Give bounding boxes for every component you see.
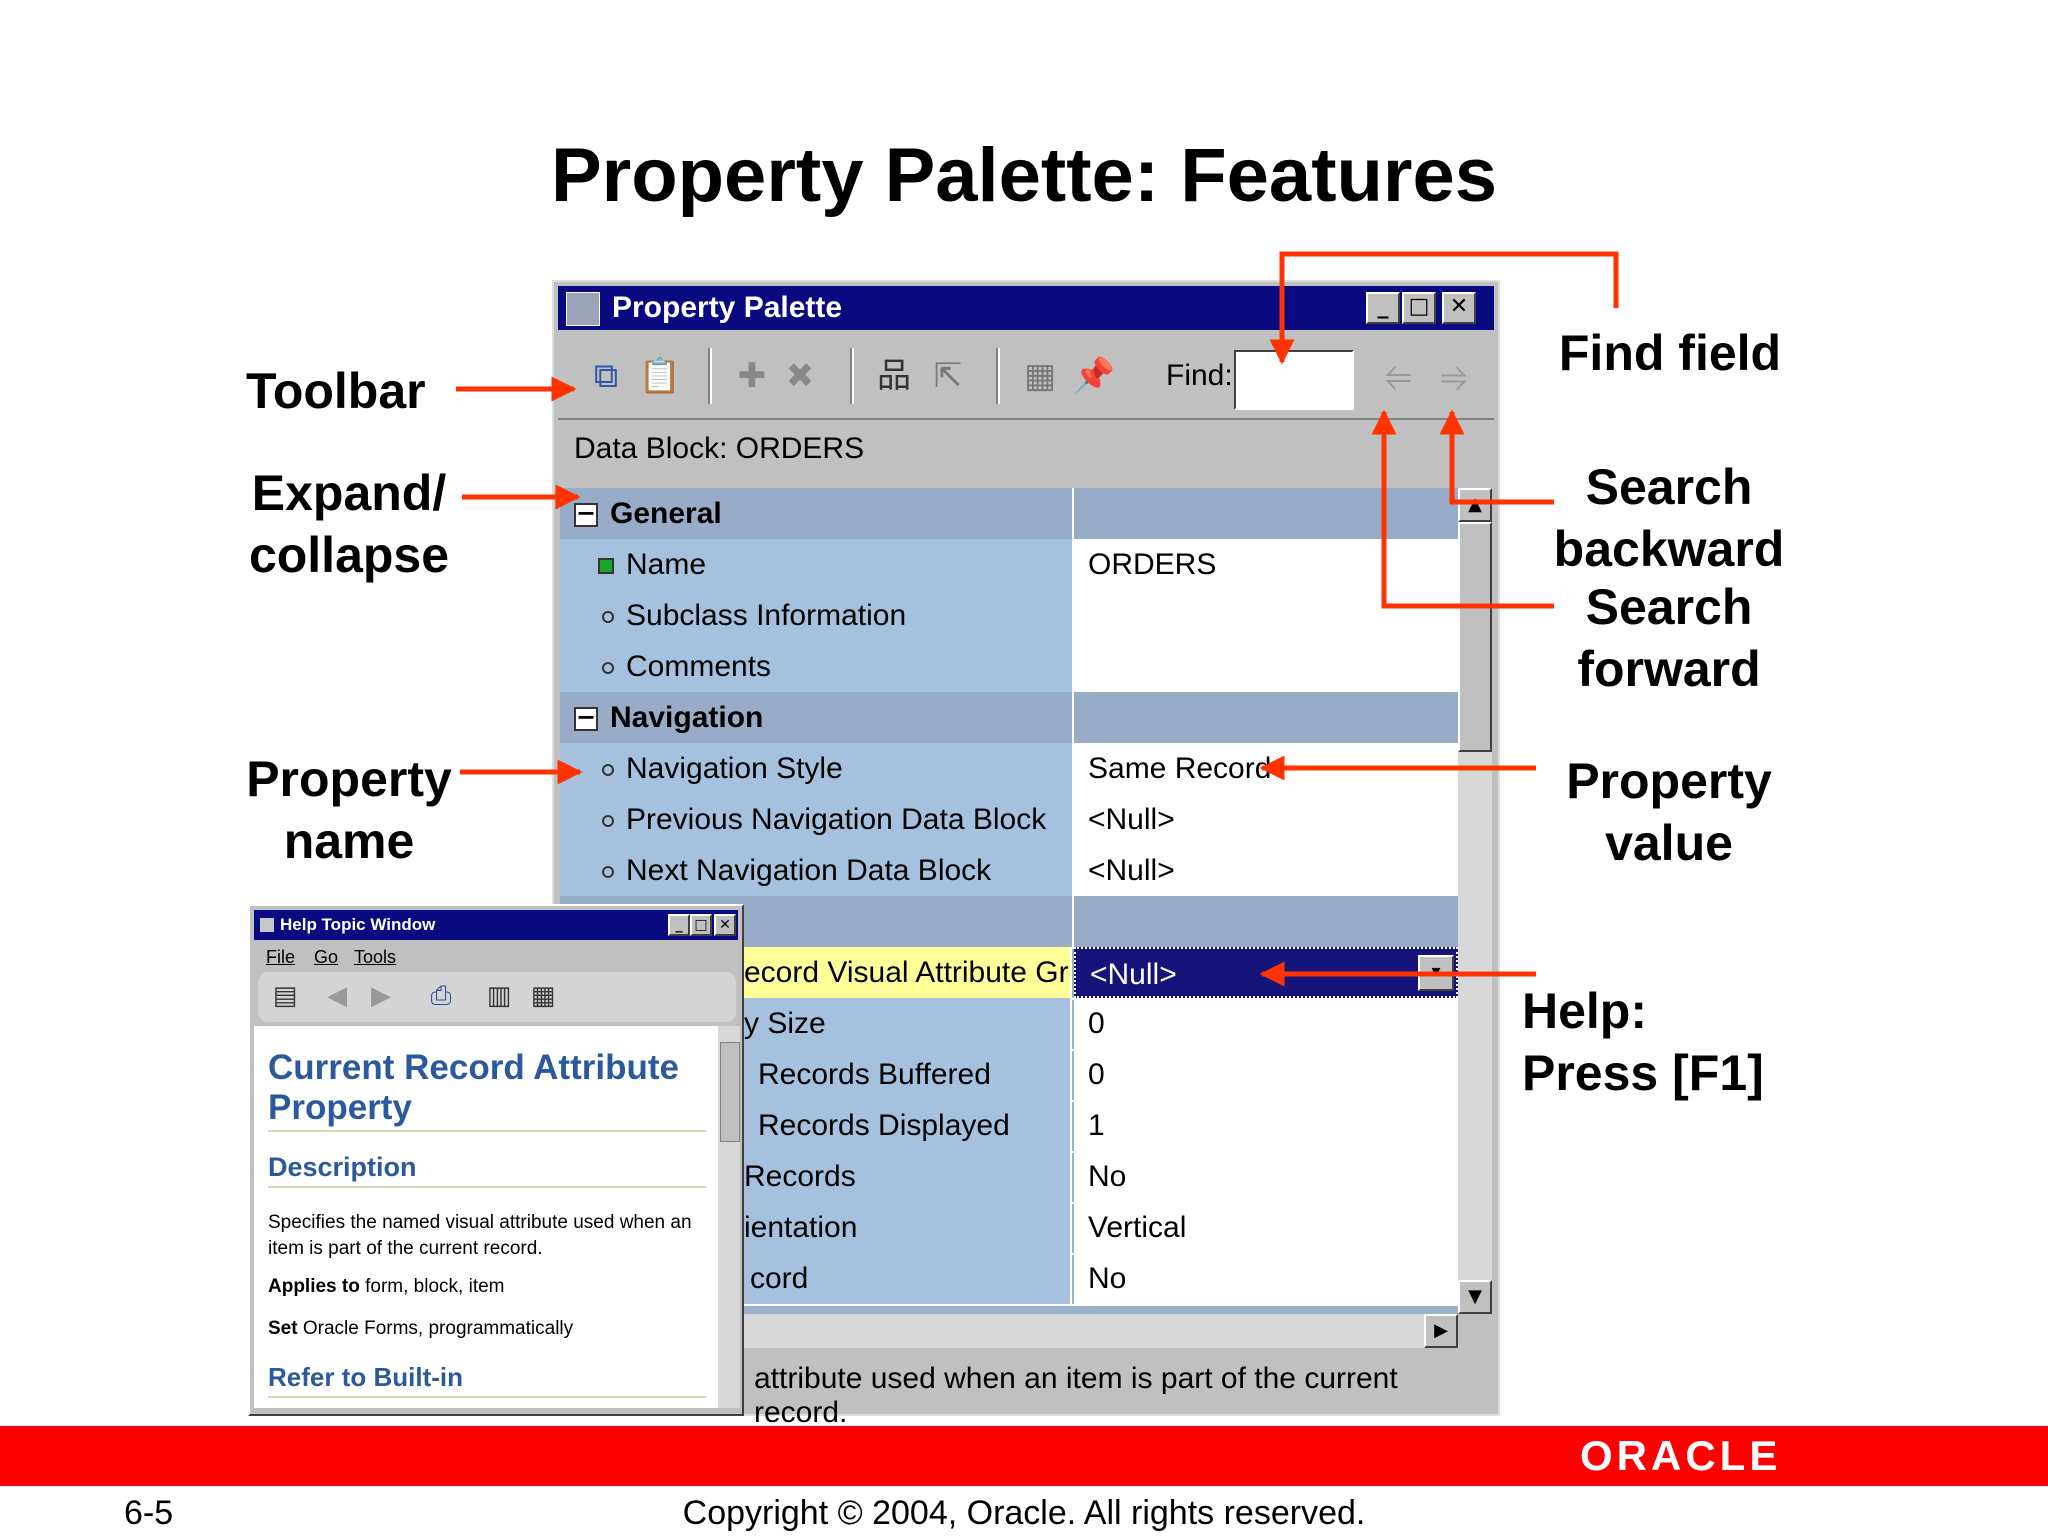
search-backward-callout-line2: backward — [1553, 521, 1785, 577]
oracle-logo: ORACLE — [1580, 1432, 1782, 1479]
search-forward-callout-line2: forward — [1577, 641, 1761, 697]
search-forward-callout: Search forward — [1546, 576, 1792, 700]
property-name-callout-line2: name — [283, 813, 415, 869]
expand-callout-line2: collapse — [248, 527, 450, 583]
toolbar-callout: Toolbar — [246, 363, 426, 419]
expand-callout-line1: Expand/ — [251, 465, 447, 521]
search-backward-callout-line1: Search — [1585, 459, 1753, 515]
property-value-callout: Property value — [1546, 750, 1792, 874]
property-name-callout: Property name — [236, 748, 462, 872]
property-value-callout-line2: value — [1605, 815, 1733, 871]
search-backward-callout: Search backward — [1546, 456, 1792, 580]
find-field-callout: Find field — [1558, 325, 1782, 381]
search-forward-callout-line1: Search — [1585, 579, 1753, 635]
expand-callout: Expand/ collapse — [236, 462, 462, 586]
copyright: Copyright © 2004, Oracle. All rights res… — [682, 1494, 1366, 1532]
help-callout-line1: Help: — [1522, 983, 1647, 1039]
search-backward-arrow — [1439, 409, 1554, 505]
help-callout-line2: Press [F1] — [1522, 1045, 1764, 1101]
property-name-callout-line1: Property — [246, 751, 452, 807]
search-forward-arrow — [1371, 409, 1554, 609]
help-callout: Help: Press [F1] — [1522, 980, 1764, 1104]
property-value-callout-line1: Property — [1566, 753, 1772, 809]
